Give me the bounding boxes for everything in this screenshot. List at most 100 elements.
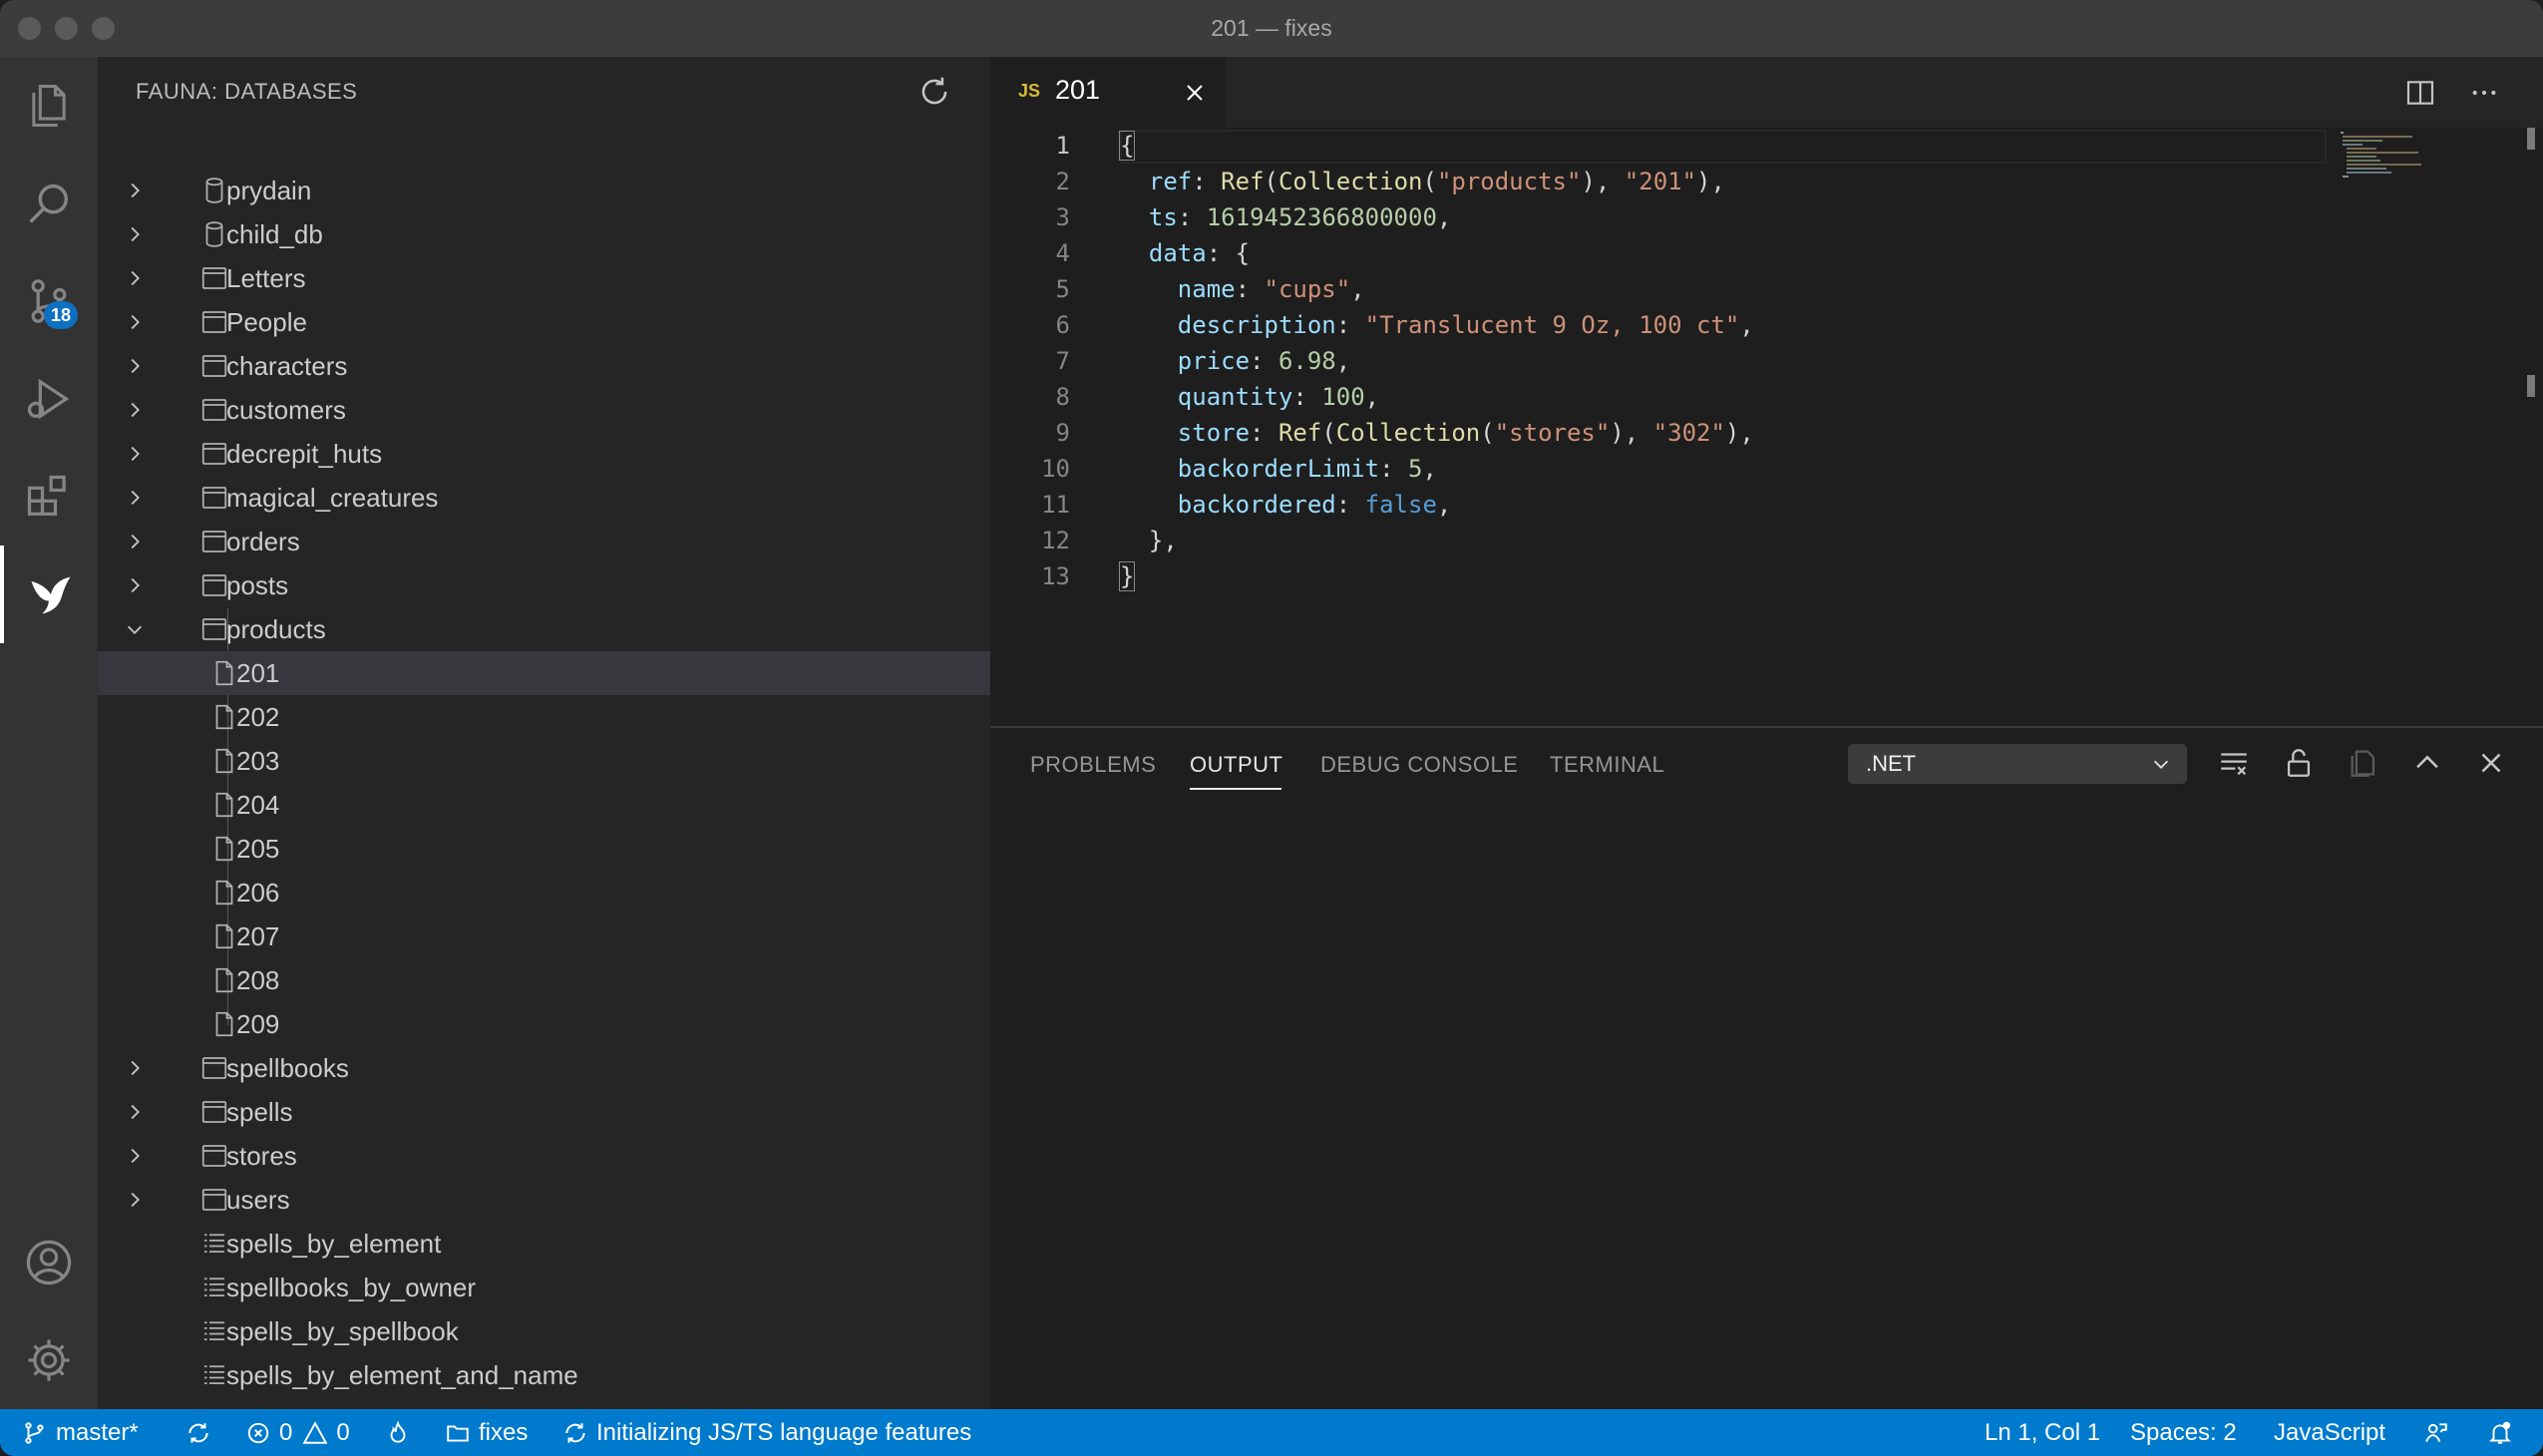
document-item-205[interactable]: 205 (98, 827, 990, 871)
chevron-right-icon[interactable] (124, 1145, 146, 1167)
code-token: 6.98 (1277, 347, 1336, 375)
maximize-panel-icon[interactable] (2410, 746, 2444, 780)
manage-button[interactable] (0, 1311, 98, 1409)
chevron-right-icon[interactable] (124, 223, 146, 245)
explorer-button[interactable] (0, 57, 98, 155)
collection-item-orders[interactable]: orders (98, 520, 990, 563)
vscode-window: 201 — fixes 18 FAUNA: DATABASES prydain … (0, 0, 2543, 1456)
more-actions-icon[interactable] (2468, 77, 2500, 109)
lock-icon[interactable] (2282, 746, 2316, 780)
code-token: : (1335, 311, 1365, 339)
source-control-button[interactable]: 18 (0, 252, 98, 350)
code-token: backordered (1177, 491, 1336, 519)
collection-icon (201, 618, 227, 640)
chevron-right-icon[interactable] (124, 443, 146, 465)
notifications-status[interactable] (2487, 1409, 2521, 1456)
feedback-status[interactable] (2423, 1409, 2457, 1456)
collection-item-posts[interactable]: posts (98, 563, 990, 607)
search-button[interactable] (0, 155, 98, 252)
run-debug-button[interactable] (0, 350, 98, 448)
index-item-spells_by_element_and_name[interactable]: spells_by_element_and_name (98, 1353, 990, 1397)
collection-item-customers[interactable]: customers (98, 388, 990, 432)
chevron-right-icon[interactable] (124, 311, 146, 333)
index-item-spellbooks_by_owner[interactable]: spellbooks_by_owner (98, 1266, 990, 1309)
extensions-button[interactable] (0, 448, 98, 546)
collection-item-spells[interactable]: spells (98, 1090, 990, 1134)
branch-status[interactable]: master* (22, 1409, 139, 1456)
clear-output-icon[interactable] (2217, 746, 2251, 780)
collection-item-magical_creatures[interactable]: magical_creatures (98, 476, 990, 520)
document-item-203[interactable]: 203 (98, 739, 990, 783)
tree-item-label: 208 (236, 965, 280, 995)
problems-status[interactable]: 0 0 (245, 1409, 350, 1456)
tab-terminal[interactable]: TERMINAL (1550, 752, 1664, 778)
output-channel-select[interactable]: .NET (1848, 744, 2187, 784)
line-number: 13 (1041, 562, 1070, 590)
chevron-down-icon (2153, 760, 2169, 769)
chevron-right-icon[interactable] (124, 180, 146, 201)
sync-status[interactable] (185, 1409, 219, 1456)
tree-item-label: decrepit_huts (226, 439, 383, 469)
code-token: 100 (1321, 383, 1365, 411)
tab-output[interactable]: OUTPUT (1190, 752, 1282, 778)
chevron-right-icon[interactable] (124, 531, 146, 552)
split-editor-icon[interactable] (2404, 77, 2436, 109)
collection-item-spellbooks[interactable]: spellbooks (98, 1046, 990, 1090)
chevron-right-icon[interactable] (124, 1189, 146, 1211)
document-item-201[interactable]: 201 (98, 651, 990, 695)
document-item-204[interactable]: 204 (98, 783, 990, 827)
code-token: "products" (1436, 168, 1582, 195)
refresh-icon[interactable] (915, 73, 953, 111)
fauna-button[interactable] (0, 546, 98, 643)
collection-item-stores[interactable]: stores (98, 1134, 990, 1178)
document-item-208[interactable]: 208 (98, 958, 990, 1002)
code-editor[interactable]: 1{2 ref: Ref(Collection("products"), "20… (990, 128, 2543, 726)
fauna-sidebar: FAUNA: DATABASES prydain child_db Letters P… (98, 57, 990, 1434)
document-item-206[interactable]: 206 (98, 871, 990, 914)
folder-name: fixes (479, 1419, 529, 1446)
cursor-position[interactable]: Ln 1, Col 1 (1985, 1409, 2100, 1456)
minimap[interactable] (2339, 130, 2428, 180)
code-token: description (1177, 311, 1336, 339)
tab-debug-console[interactable]: DEBUG CONSOLE (1320, 752, 1518, 778)
chevron-right-icon[interactable] (124, 574, 146, 596)
line-number: 4 (1055, 239, 1070, 267)
collection-item-characters[interactable]: characters (98, 344, 990, 388)
chevron-right-icon[interactable] (124, 355, 146, 377)
close-icon[interactable] (1183, 81, 1207, 105)
chevron-right-icon[interactable] (124, 267, 146, 289)
language-mode[interactable]: JavaScript (2274, 1409, 2385, 1456)
output-panel: PROBLEMS OUTPUT DEBUG CONSOLE TERMINAL .… (990, 726, 2543, 1409)
document-item-207[interactable]: 207 (98, 914, 990, 958)
line-number: 2 (1055, 168, 1070, 195)
database-icon (205, 178, 223, 203)
folder-status[interactable]: fixes (445, 1409, 528, 1456)
chevron-right-icon[interactable] (124, 487, 146, 509)
chevron-right-icon[interactable] (124, 1057, 146, 1079)
index-item-spells_by_element[interactable]: spells_by_element (98, 1222, 990, 1266)
database-item-prydain[interactable]: prydain (98, 169, 990, 212)
tab-201[interactable]: JS 201 (990, 57, 1226, 128)
document-item-202[interactable]: 202 (98, 695, 990, 739)
collection-item-products[interactable]: products (98, 607, 990, 651)
chevron-down-icon[interactable] (124, 618, 146, 640)
accounts-button[interactable] (0, 1214, 98, 1311)
chevron-right-icon[interactable] (124, 1101, 146, 1123)
chevron-right-icon[interactable] (124, 399, 146, 421)
task-status[interactable]: Initializing JS/TS language features (562, 1409, 971, 1456)
close-panel-icon[interactable] (2474, 746, 2508, 780)
database-item-child_db[interactable]: child_db (98, 212, 990, 256)
document-item-209[interactable]: 209 (98, 1002, 990, 1046)
index-item-spells_by_spellbook[interactable]: spells_by_spellbook (98, 1309, 990, 1353)
collection-item-Letters[interactable]: Letters (98, 256, 990, 300)
fauna-status[interactable] (385, 1409, 419, 1456)
collection-item-People[interactable]: People (98, 300, 990, 344)
collection-item-decrepit_huts[interactable]: decrepit_huts (98, 432, 990, 476)
collection-icon (201, 531, 227, 552)
collection-item-users[interactable]: users (98, 1178, 990, 1222)
indentation[interactable]: Spaces: 2 (2130, 1409, 2237, 1456)
sync-spin-icon (565, 1422, 585, 1443)
tab-problems[interactable]: PROBLEMS (1030, 752, 1156, 778)
